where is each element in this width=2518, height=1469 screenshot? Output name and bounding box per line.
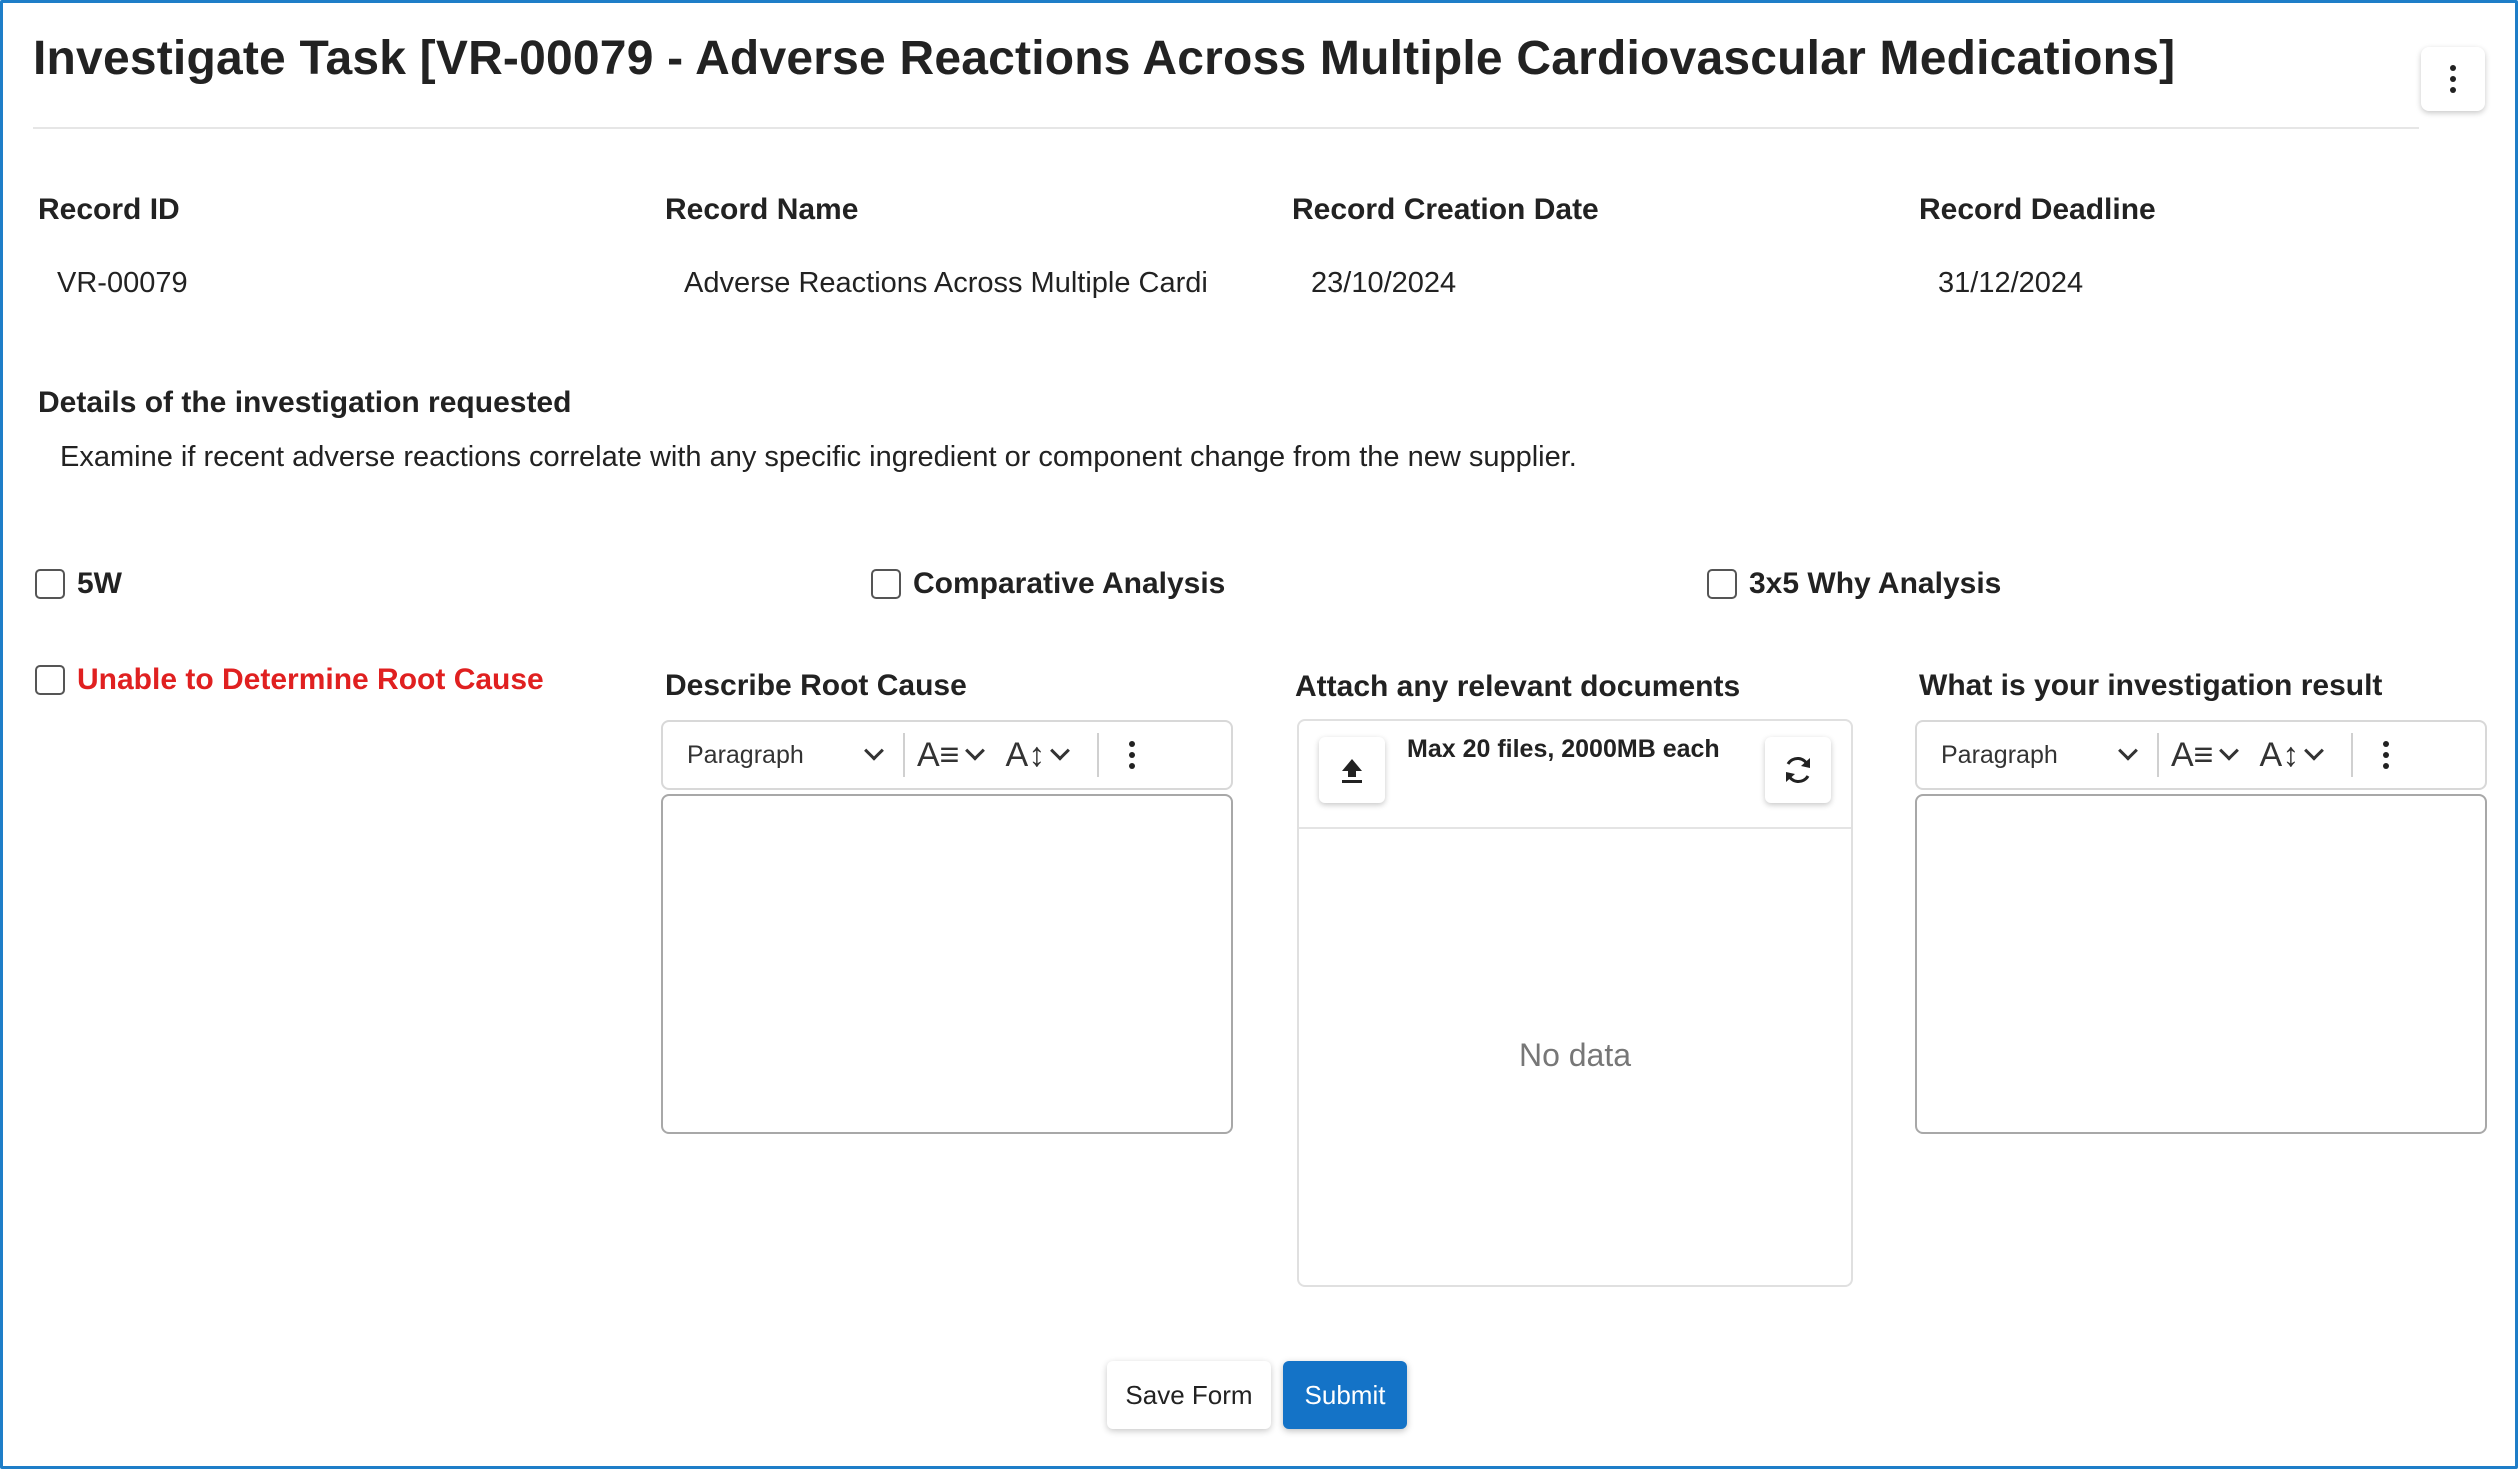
attachments-limit-text: Max 20 files, 2000MB each <box>1407 735 1720 763</box>
record-deadline-label: Record Deadline <box>1919 193 2156 226</box>
attachments-empty-text: No data <box>1518 1037 1632 1073</box>
details-text: Examine if recent adverse reactions corr… <box>60 441 1577 473</box>
chevron-down-icon <box>1050 740 1071 761</box>
kebab-icon <box>1129 741 1136 769</box>
result-toolbar: Paragraph A≡ A↕ <box>1915 720 2487 790</box>
submit-button[interactable]: Submit <box>1283 1361 1407 1429</box>
unable-to-determine[interactable]: Unable to Determine Root Cause <box>35 663 544 697</box>
root-cause-editor[interactable] <box>661 794 1233 1134</box>
method-comparative-analysis-label: Comparative Analysis <box>913 567 1226 600</box>
checkbox-unable-to-determine[interactable] <box>35 665 65 695</box>
record-creation-date-value: 23/10/2024 <box>1311 267 1457 299</box>
unable-to-determine-label: Unable to Determine Root Cause <box>77 663 544 696</box>
root-cause-toolbar: Paragraph A≡ A↕ <box>661 720 1233 790</box>
page-title: Investigate Task [VR-00079 - Adverse Rea… <box>33 32 2176 85</box>
result-format-select[interactable]: Paragraph <box>1917 741 2157 770</box>
chevron-down-icon <box>2304 740 2325 761</box>
font-size-icon: A↕ <box>2259 735 2300 774</box>
root-cause-label: Describe Root Cause <box>665 669 967 702</box>
save-form-button[interactable]: Save Form <box>1107 1361 1271 1429</box>
font-size-dropdown[interactable]: A↕ <box>2248 736 2334 775</box>
method-3x5-why-analysis[interactable]: 3x5 Why Analysis <box>1707 567 2001 601</box>
record-id-value: VR-00079 <box>57 267 188 299</box>
kebab-icon <box>2450 65 2456 93</box>
text-style-dropdown[interactable]: A≡ <box>905 736 994 775</box>
upload-icon <box>1342 759 1362 783</box>
result-editor[interactable] <box>1915 794 2487 1134</box>
method-5w-label: 5W <box>77 567 122 600</box>
more-toolbar-button[interactable] <box>2353 741 2419 769</box>
method-5w[interactable]: 5W <box>35 567 122 601</box>
record-name-value: Adverse Reactions Across Multiple Cardi <box>684 267 1208 299</box>
attachments-header: Max 20 files, 2000MB each <box>1299 721 1851 829</box>
method-comparative-analysis[interactable]: Comparative Analysis <box>871 567 1225 601</box>
attachments-panel: Max 20 files, 2000MB each No data <box>1297 719 1853 1287</box>
checkbox-5w[interactable] <box>35 569 65 599</box>
kebab-icon <box>2383 741 2390 769</box>
checkbox-comparative-analysis[interactable] <box>871 569 901 599</box>
form-frame: Investigate Task [VR-00079 - Adverse Rea… <box>0 0 2518 1469</box>
chevron-down-icon <box>864 740 884 761</box>
more-options-button[interactable] <box>2421 47 2485 111</box>
text-style-icon: A≡ <box>917 735 960 774</box>
font-size-dropdown[interactable]: A↕ <box>994 736 1080 775</box>
chevron-down-icon <box>2218 740 2239 761</box>
chevron-down-icon <box>2118 740 2138 761</box>
refresh-button[interactable] <box>1765 737 1831 803</box>
font-size-icon: A↕ <box>1005 735 1046 774</box>
record-deadline-value: 31/12/2024 <box>1938 267 2084 299</box>
checkbox-3x5-why-analysis[interactable] <box>1707 569 1737 599</box>
attachments-label: Attach any relevant documents <box>1295 670 1741 703</box>
result-label: What is your investigation result <box>1919 669 2383 702</box>
upload-button[interactable] <box>1319 737 1385 803</box>
chevron-down-icon <box>964 740 985 761</box>
root-cause-format-select[interactable]: Paragraph <box>663 741 903 770</box>
details-label: Details of the investigation requested <box>38 386 572 419</box>
title-divider <box>33 127 2419 129</box>
root-cause-format-value: Paragraph <box>687 740 804 769</box>
more-toolbar-button[interactable] <box>1099 741 1165 769</box>
result-format-value: Paragraph <box>1941 740 2058 769</box>
record-id-label: Record ID <box>38 193 180 226</box>
text-style-dropdown[interactable]: A≡ <box>2159 736 2248 775</box>
record-creation-date-label: Record Creation Date <box>1292 193 1599 226</box>
text-style-icon: A≡ <box>2171 735 2214 774</box>
method-3x5-why-analysis-label: 3x5 Why Analysis <box>1749 567 2002 600</box>
record-name-label: Record Name <box>665 193 859 226</box>
refresh-icon <box>1786 757 1810 783</box>
